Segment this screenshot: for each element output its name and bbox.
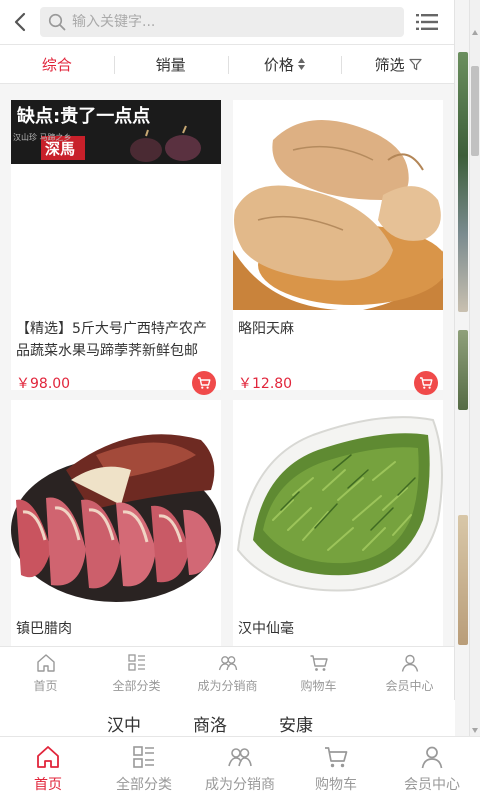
- sort-tab-filter[interactable]: 筛选: [341, 54, 454, 75]
- main-bottom-nav: 首页 全部分类 成为分销商 购物车 会员中心: [0, 736, 480, 800]
- scroll-up-arrow-icon[interactable]: [472, 30, 478, 35]
- inner-bottom-nav: 首页 全部分类 成为分销商 购物车 会员中心: [0, 646, 454, 700]
- inner-nav-categories[interactable]: 全部分类: [91, 647, 182, 700]
- sort-tab-label: 综合: [41, 55, 72, 74]
- distributor-icon: [218, 656, 237, 671]
- back-button[interactable]: [0, 0, 40, 44]
- sort-arrows-icon: [297, 58, 305, 70]
- background-image-thumb: [458, 515, 468, 645]
- sort-tab-label: 销量: [155, 55, 186, 74]
- sort-tab-sales[interactable]: 销量: [113, 54, 228, 75]
- product-image[interactable]: [233, 100, 443, 310]
- nav-label: 成为分销商: [197, 679, 258, 693]
- list-view-button[interactable]: [404, 0, 450, 44]
- nav-label: 首页: [34, 776, 62, 793]
- nav-label: 购物车: [300, 679, 337, 693]
- nav-label: 成为分销商: [205, 776, 275, 793]
- top-bar: [0, 0, 454, 44]
- nav-label: 全部分类: [112, 679, 161, 693]
- background-image-thumb: [458, 52, 468, 312]
- nav-label: 全部分类: [116, 776, 172, 793]
- product-title[interactable]: 略阳天麻: [233, 310, 443, 368]
- search-icon: [48, 13, 66, 31]
- product-image[interactable]: [11, 400, 221, 610]
- list-icon: [416, 14, 438, 30]
- background-image-thumb: [458, 330, 468, 410]
- home-icon: [37, 745, 59, 768]
- city-link[interactable]: 商洛: [193, 711, 227, 736]
- add-to-cart-button[interactable]: [192, 371, 216, 395]
- inner-nav-member[interactable]: 会员中心: [364, 647, 454, 700]
- sort-tab-comprehensive[interactable]: 综合: [0, 54, 114, 75]
- sort-tab-label: 价格: [263, 55, 294, 74]
- user-icon: [401, 654, 418, 672]
- main-nav-distributor[interactable]: 成为分销商: [192, 737, 288, 800]
- product-price: ￥12.80: [238, 376, 293, 392]
- price-row: ￥98.00: [11, 368, 221, 398]
- product-card[interactable]: 缺点:贵了一点点 深馬 汉山珍 马蹄之乡 【精选】5斤大号广西特产农产品蔬菜水果…: [11, 100, 221, 395]
- cart-icon: [325, 746, 348, 767]
- category-icon: [133, 745, 154, 768]
- inner-nav-home[interactable]: 首页: [0, 647, 91, 700]
- main-nav-home[interactable]: 首页: [0, 737, 96, 800]
- product-card[interactable]: 略阳天麻 ￥12.80: [233, 100, 443, 395]
- add-to-cart-button[interactable]: [414, 371, 438, 395]
- product-image[interactable]: [233, 400, 443, 610]
- sort-tab-price[interactable]: 价格: [227, 54, 342, 75]
- main-nav-member[interactable]: 会员中心: [384, 737, 480, 800]
- cart-icon: [310, 655, 328, 671]
- banner-brand: 深馬: [45, 140, 75, 158]
- product-card[interactable]: 汉中仙毫: [233, 400, 443, 650]
- chevron-left-icon: [14, 12, 26, 32]
- inner-nav-distributor[interactable]: 成为分销商: [182, 647, 273, 700]
- cart-icon: [420, 377, 433, 389]
- sort-tab-label: 筛选: [374, 55, 405, 74]
- nav-label: 首页: [33, 679, 58, 693]
- sort-bar: 综合 销量 价格 筛选: [0, 44, 454, 84]
- product-card[interactable]: 镇巴腊肉: [11, 400, 221, 650]
- city-link[interactable]: 安康: [279, 711, 313, 736]
- product-title[interactable]: 【精选】5斤大号广西特产农产品蔬菜水果马蹄荸荠新鲜包邮: [11, 310, 221, 368]
- main-nav-categories[interactable]: 全部分类: [96, 737, 192, 800]
- scrollbar-thumb[interactable]: [471, 66, 479, 156]
- main-nav-cart[interactable]: 购物车: [288, 737, 384, 800]
- user-icon: [421, 746, 443, 768]
- banner-small-text: 汉山珍 马蹄之乡: [13, 132, 72, 142]
- category-icon: [127, 654, 145, 671]
- city-link[interactable]: 汉中: [107, 711, 141, 736]
- search-box[interactable]: [40, 7, 404, 37]
- filter-icon: [409, 58, 422, 70]
- search-input[interactable]: [72, 14, 372, 30]
- product-image[interactable]: 缺点:贵了一点点 深馬 汉山珍 马蹄之乡: [11, 100, 221, 310]
- banner-headline: 缺点:贵了一点点: [16, 105, 150, 127]
- product-price: ￥98.00: [16, 376, 71, 392]
- nav-label: 会员中心: [404, 776, 460, 793]
- nav-label: 会员中心: [385, 679, 434, 693]
- price-row: ￥12.80: [233, 368, 443, 398]
- cart-icon: [198, 377, 211, 389]
- inner-nav-cart[interactable]: 购物车: [273, 647, 364, 700]
- nav-label: 购物车: [315, 776, 357, 793]
- embedded-shop-frame: 综合 销量 价格 筛选 缺点:贵了一点点 深馬 汉山珍 马蹄之乡: [0, 0, 455, 700]
- distributor-icon: [228, 747, 252, 766]
- home-icon: [36, 654, 55, 672]
